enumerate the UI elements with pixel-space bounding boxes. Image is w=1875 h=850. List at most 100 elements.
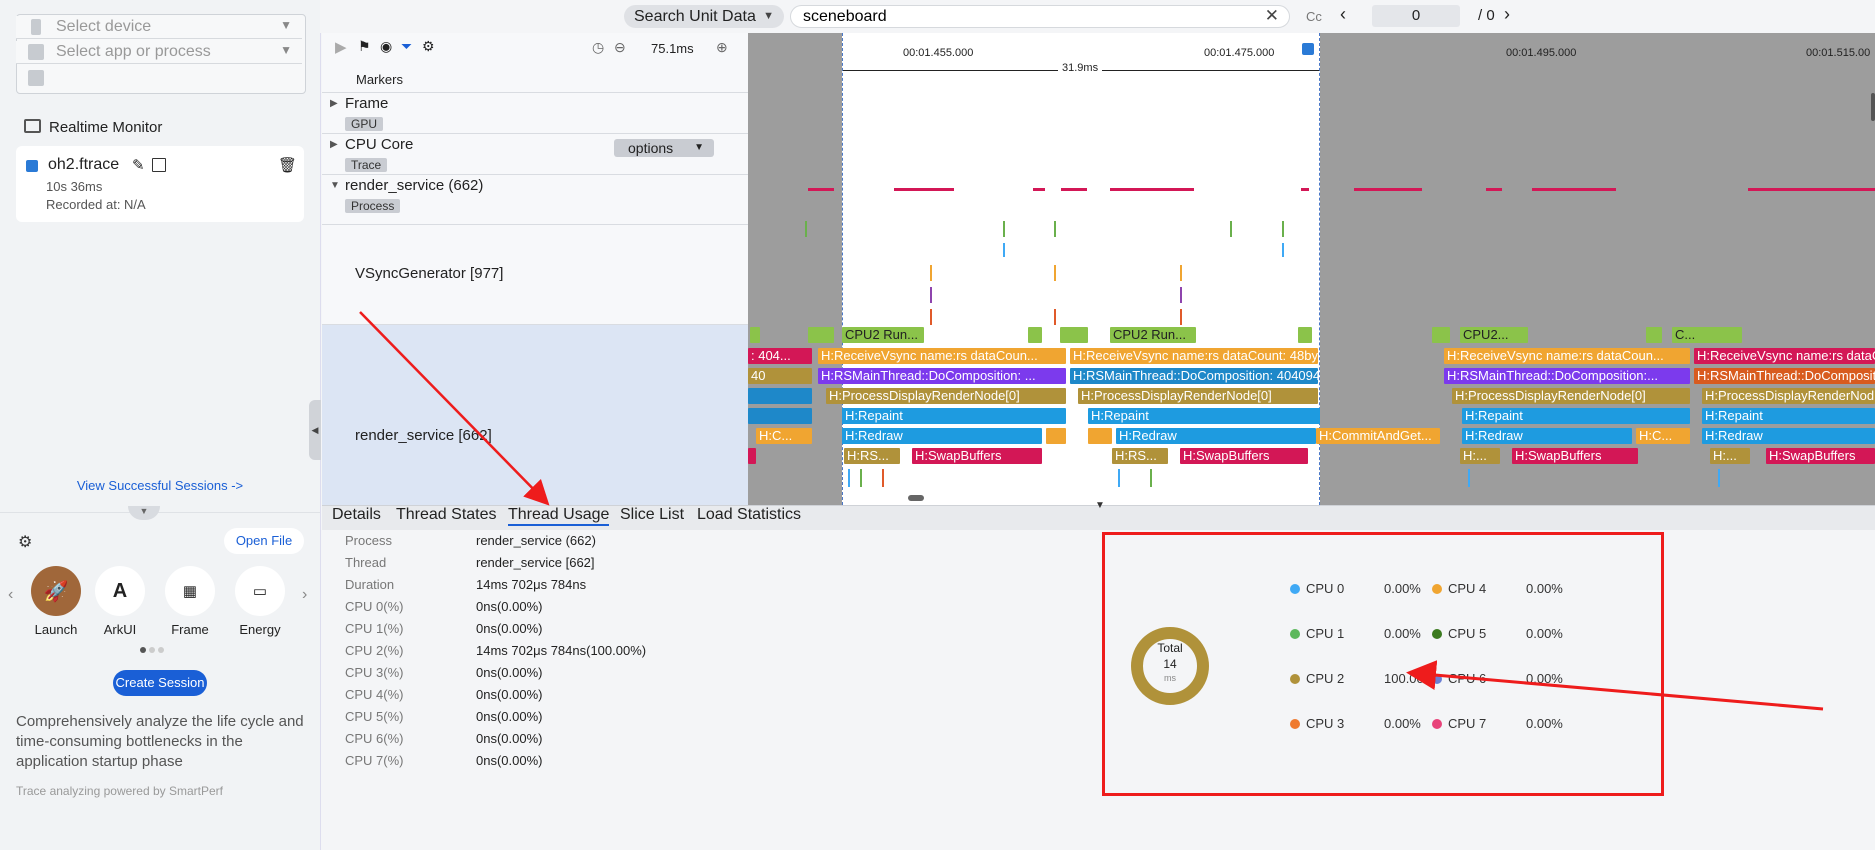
frame-track-label[interactable]: Frame [345, 95, 388, 112]
options-dropdown[interactable]: options ▼ [614, 139, 714, 157]
repaint-slice[interactable]: H:Repaint [842, 408, 1066, 424]
cpu-legend-item[interactable]: CPU 5 [1432, 626, 1486, 641]
cpu-legend-item[interactable]: CPU 3 [1290, 716, 1344, 731]
do-composition-slice[interactable]: H:RSMainThread::DoComposition: ... [818, 368, 1066, 384]
cpu-core-track-label[interactable]: CPU Core [345, 136, 413, 153]
collapse-handle[interactable]: ▼ [128, 506, 160, 520]
clear-icon[interactable]: ✕ [1265, 6, 1279, 26]
chevron-right-icon[interactable]: › [302, 586, 307, 604]
cpu-run-slice[interactable] [1298, 327, 1312, 343]
open-file-button[interactable]: Open File [224, 528, 304, 554]
cpu-run-slice[interactable]: C... [1672, 327, 1742, 343]
selected-thread-row[interactable] [322, 325, 748, 505]
redraw-slice[interactable]: H:Redraw [842, 428, 1042, 444]
receive-vsync-slice[interactable]: H:ReceiveVsync name:rs dataCount... [1694, 348, 1875, 364]
cpu-legend-item[interactable]: CPU 1 [1290, 626, 1344, 641]
do-composition-slice[interactable]: 40 [748, 368, 812, 384]
redraw-slice[interactable]: H:C... [756, 428, 812, 444]
cpu-run-slice[interactable]: CPU2... [1460, 327, 1528, 343]
rs-slice[interactable]: H:RS... [1112, 448, 1168, 464]
zoom-out-icon[interactable]: ⊖ [614, 39, 626, 56]
filter-icon[interactable]: ⏷ [401, 38, 412, 55]
timeline-area[interactable]: 00:01.455.000 00:01.475.000 00:01.495.00… [748, 33, 1875, 505]
chevron-left-icon[interactable]: ‹ [8, 586, 13, 604]
edit-icon[interactable]: ✎ [132, 156, 145, 174]
search-input[interactable] [801, 7, 1245, 27]
rs-slice[interactable]: H:RS... [844, 448, 900, 464]
tab-slice-list[interactable]: Slice List [620, 506, 684, 524]
database-icon[interactable] [28, 70, 44, 86]
redraw-slice[interactable]: H:Redraw [1702, 428, 1875, 444]
selection-marker-icon[interactable] [1302, 43, 1314, 55]
cpu-legend-item[interactable]: CPU 2 [1290, 671, 1344, 686]
render-service-track-label[interactable]: render_service (662) [345, 177, 483, 194]
notes-icon[interactable] [152, 158, 166, 172]
view-successful-sessions-link[interactable]: View Successful Sessions -> [0, 478, 320, 493]
select-device-dropdown[interactable]: Select device ▼ [16, 16, 302, 39]
cpu-legend-item[interactable]: CPU 7 [1432, 716, 1486, 731]
cpu-run-slice[interactable] [1432, 327, 1450, 343]
render-service-thread-label[interactable]: render_service [662] [355, 427, 492, 444]
launch-item-launch[interactable]: 🚀 Launch [26, 566, 86, 637]
process-display-slice[interactable] [748, 388, 812, 404]
cpu-run-slice[interactable]: CPU2 Run... [842, 327, 924, 343]
rs-slice[interactable]: H:... [1710, 448, 1750, 464]
collapse-arrow-icon[interactable]: ▼ [330, 180, 340, 191]
globe-icon[interactable]: ◉ [380, 38, 392, 55]
realtime-monitor[interactable]: Realtime Monitor [24, 119, 162, 136]
result-index-input[interactable]: 0 [1372, 5, 1460, 27]
swap-buffers-slice[interactable]: H:SwapBuffers [1180, 448, 1308, 464]
redraw-slice[interactable]: H:CommitAndGet... [1316, 428, 1440, 444]
repaint-slice[interactable]: H:Repaint [1702, 408, 1875, 424]
receive-vsync-slice[interactable]: H:ReceiveVsync name:rs dataCoun... [1444, 348, 1690, 364]
cpu-run-slice[interactable] [808, 327, 834, 343]
redraw-slice[interactable]: H:Redraw [1462, 428, 1632, 444]
do-composition-slice[interactable]: H:RSMainThread::DoComposition:... [1444, 368, 1690, 384]
select-app-dropdown[interactable]: Select app or process ▼ [16, 41, 302, 64]
receive-vsync-slice[interactable]: : 404... [748, 348, 812, 364]
previous-result-icon[interactable]: ‹ [1340, 4, 1346, 25]
horizontal-scrollbar[interactable] [908, 495, 924, 501]
repaint-slice[interactable]: H:Repaint [1462, 408, 1690, 424]
launch-item-energy[interactable]: ▭ Energy [230, 566, 290, 637]
flag-icon[interactable]: ⚑ [358, 38, 371, 55]
redraw-slice[interactable] [1088, 428, 1112, 444]
cpu-legend-item[interactable]: CPU 4 [1432, 581, 1486, 596]
swap-buffers-slice[interactable]: H:SwapBuffers [912, 448, 1042, 464]
cpu-run-slice[interactable] [1060, 327, 1088, 343]
resize-handle-icon[interactable]: ▼ [1095, 500, 1105, 511]
zoom-in-icon[interactable]: ⊕ [716, 39, 728, 56]
play-icon[interactable]: ▶ [335, 38, 347, 56]
cpu-legend-item[interactable]: CPU 6 [1432, 671, 1486, 686]
expand-arrow-icon[interactable]: ▶ [330, 98, 338, 109]
match-case-toggle[interactable]: Cc [1306, 9, 1322, 24]
cpu-run-slice[interactable]: CPU2 Run... [1110, 327, 1196, 343]
process-display-slice[interactable]: H:ProcessDisplayRenderNode[0] [1452, 388, 1690, 404]
tab-load-statistics[interactable]: Load Statistics [697, 506, 801, 524]
launch-item-frame[interactable]: ▦ Frame [160, 566, 220, 637]
delete-icon[interactable]: 🗑 [278, 156, 297, 174]
process-display-slice[interactable]: H:ProcessDisplayRenderNode[0] [826, 388, 1066, 404]
do-composition-slice[interactable]: H:RSMainThread::DoComposition: 404094257… [1070, 368, 1318, 384]
search-unit-dropdown[interactable]: Search Unit Data ▼ [624, 5, 784, 28]
vertical-scrollbar[interactable] [1871, 93, 1875, 121]
launch-item-arkui[interactable]: A ArkUI [90, 566, 150, 637]
swap-buffers-slice[interactable]: H:SwapBuffers [1766, 448, 1875, 464]
expand-arrow-icon[interactable]: ▶ [330, 139, 338, 150]
do-composition-slice[interactable]: H:RSMainThread::DoComposition [1694, 368, 1875, 384]
repaint-slice[interactable] [748, 408, 812, 424]
repaint-slice[interactable]: H:Repaint [1088, 408, 1320, 424]
redraw-slice[interactable]: H:C... [1636, 428, 1690, 444]
tab-thread-usage[interactable]: Thread Usage [508, 506, 610, 526]
receive-vsync-slice[interactable]: H:ReceiveVsync name:rs dataCoun... [818, 348, 1066, 364]
tab-details[interactable]: Details [332, 506, 381, 524]
rs-slice[interactable]: H:... [1460, 448, 1500, 464]
receive-vsync-slice[interactable]: H:ReceiveVsync name:rs dataCount: 48byte… [1070, 348, 1318, 364]
vsync-generator-label[interactable]: VSyncGenerator [977] [355, 265, 503, 282]
swap-buffers-slice[interactable]: H:SwapBuffers [1512, 448, 1638, 464]
cpu-run-slice[interactable] [1028, 327, 1042, 343]
search-input-box[interactable]: ✕ [790, 5, 1290, 28]
cpu-run-slice[interactable] [1646, 327, 1662, 343]
cpu-legend-item[interactable]: CPU 0 [1290, 581, 1344, 596]
sidebar-toggle-handle[interactable]: ◀ [309, 400, 321, 460]
